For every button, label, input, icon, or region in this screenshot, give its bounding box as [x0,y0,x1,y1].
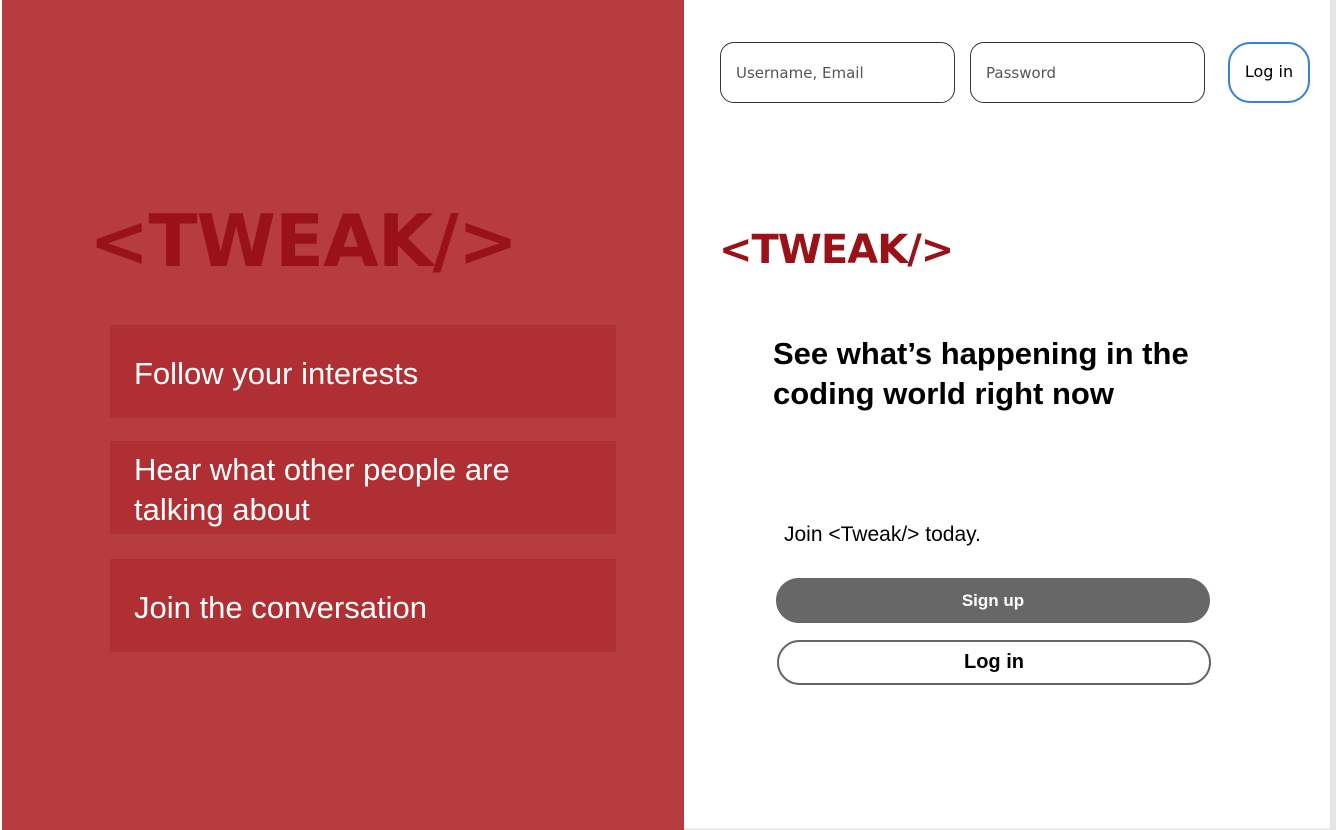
login-button[interactable]: Log in [777,640,1211,685]
logo-large: <TWEAK/> [89,199,518,283]
feature-hear-people: Hear what other people are talking about [110,441,616,534]
feature-label: Join the conversation [134,590,427,625]
feature-join-conversation: Join the conversation [110,559,616,652]
page-headline: See what’s happening in the coding world… [773,336,1189,411]
header-login-button[interactable]: Log in [1228,42,1310,103]
feature-label: Hear what other people are talking about [134,452,510,527]
password-input[interactable] [970,42,1205,103]
logo-small: <TWEAK/> [719,227,954,273]
window-edge [1330,0,1336,830]
feature-follow-interests: Follow your interests [110,325,616,418]
signup-button[interactable]: Sign up [776,578,1210,623]
feature-label: Follow your interests [134,356,419,391]
left-panel: <TWEAK/> Follow your interests Hear what… [2,0,684,830]
join-text: Join <Tweak/> today. [784,523,981,546]
username-email-input[interactable] [720,42,955,103]
